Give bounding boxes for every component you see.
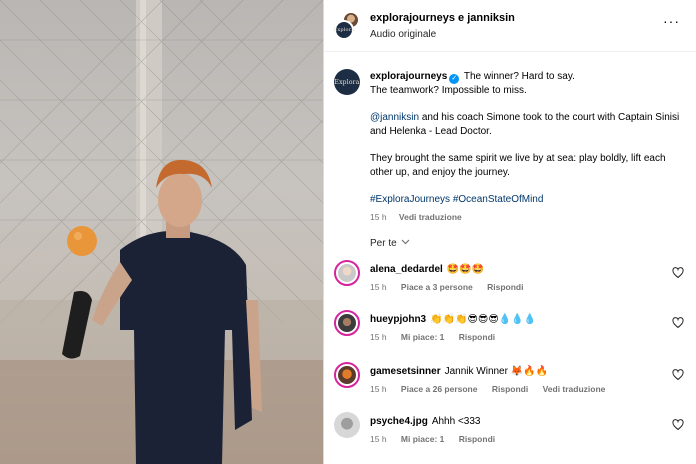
- comment-body: psyche4.jpg Ahhh <333: [370, 416, 480, 427]
- audio-link[interactable]: Audio originale: [370, 29, 436, 40]
- comment-meta: 15 h Piace a 3 persone Rispondi: [370, 282, 535, 292]
- comment-time: 15 h: [370, 332, 387, 342]
- comment-meta: 15 h Piace a 26 persone Rispondi Vedi tr…: [370, 384, 617, 394]
- video-frame-illustration: [0, 0, 323, 464]
- comments-scroll-area[interactable]: Explora explorajourneys ✓ The winner? Har…: [324, 52, 696, 464]
- caption-time: 15 h: [370, 212, 387, 222]
- comment-text: 🤩🤩🤩: [446, 264, 485, 275]
- commenter-avatar[interactable]: [334, 412, 360, 438]
- comment-translate-link[interactable]: Vedi traduzione: [543, 384, 606, 394]
- comment-text: 👏👏👏😎😎😎💧💧💧: [430, 314, 537, 325]
- chevron-down-icon: [402, 239, 410, 245]
- comment-body: hueypjohn3 👏👏👏😎😎😎💧💧💧: [370, 314, 536, 325]
- comment-time: 15 h: [370, 282, 387, 292]
- brand-logo: Explora: [333, 27, 355, 33]
- caption-meta: 15 h Vedi traduzione: [370, 212, 472, 222]
- reply-button[interactable]: Rispondi: [459, 434, 495, 444]
- reply-button[interactable]: Rispondi: [492, 384, 528, 394]
- comment-likes[interactable]: Piace a 3 persone: [401, 282, 473, 292]
- comment-meta: 15 h Mi piace: 1 Rispondi: [370, 434, 507, 444]
- post-video[interactable]: [0, 0, 323, 464]
- commenter-avatar[interactable]: [334, 260, 360, 286]
- caption-paragraph-3: They brought the same spirit we live by …: [370, 153, 666, 178]
- comment-body: gamesetsinner Jannik Winner 🦊🔥🔥: [370, 366, 548, 377]
- like-heart-icon[interactable]: [672, 267, 684, 279]
- comment-username[interactable]: psyche4.jpg: [370, 416, 428, 427]
- collab-avatars[interactable]: Explora: [333, 12, 360, 40]
- post-caption: explorajourneys ✓ The winner? Hard to say…: [370, 70, 688, 211]
- comment-time: 15 h: [370, 434, 387, 444]
- commenter-avatar[interactable]: [334, 362, 360, 388]
- comment-meta: 15 h Mi piace: 1 Rispondi: [370, 332, 507, 342]
- post-author-title[interactable]: explorajourneys e janniksin: [370, 12, 515, 24]
- avatar-explorajourneys[interactable]: Explora: [333, 20, 355, 40]
- comment-item: hueypjohn3 👏👏👏😎😎😎💧💧💧 15 h Mi piace: 1 Ris…: [334, 310, 696, 356]
- more-options-icon[interactable]: ···: [663, 14, 680, 28]
- post-details-panel: Explora explorajourneys e janniksin Audi…: [324, 0, 696, 464]
- comment-likes[interactable]: Mi piace: 1: [401, 434, 444, 444]
- comment-item: gamesetsinner Jannik Winner 🦊🔥🔥 15 h Piac…: [334, 362, 696, 408]
- comment-username[interactable]: alena_dedardel: [370, 264, 443, 275]
- post-header: Explora explorajourneys e janniksin Audi…: [324, 0, 696, 52]
- comment-likes[interactable]: Mi piace: 1: [401, 332, 444, 342]
- commenter-avatar[interactable]: [334, 310, 360, 336]
- caption-avatar[interactable]: Explora: [334, 69, 360, 95]
- sort-label: Per te: [370, 238, 397, 249]
- like-heart-icon[interactable]: [672, 369, 684, 381]
- comment-item: psyche4.jpg Ahhh <333 15 h Mi piace: 1 Ri…: [334, 412, 696, 458]
- brand-logo: Explora: [334, 78, 360, 86]
- reply-button[interactable]: Rispondi: [487, 282, 523, 292]
- caption-translate-link[interactable]: Vedi traduzione: [399, 212, 462, 222]
- verified-badge-icon: ✓: [449, 74, 460, 84]
- comment-text: Ahhh <333: [431, 416, 481, 427]
- comment-text: Jannik Winner 🦊🔥🔥: [444, 366, 549, 377]
- caption-line-2: The teamwork? Impossible to miss.: [370, 85, 527, 96]
- caption-username[interactable]: explorajourneys: [370, 71, 447, 82]
- like-heart-icon[interactable]: [672, 317, 684, 329]
- like-heart-icon[interactable]: [672, 419, 684, 431]
- hashtags-link[interactable]: #ExploraJourneys #OceanStateOfMind: [370, 194, 543, 205]
- comment-time: 15 h: [370, 384, 387, 394]
- sort-dropdown[interactable]: Per te: [370, 238, 410, 249]
- comment-likes[interactable]: Piace a 26 persone: [401, 384, 478, 394]
- mention-link[interactable]: @janniksin: [370, 112, 419, 123]
- comment-body: alena_dedardel 🤩🤩🤩: [370, 264, 484, 275]
- comment-item: alena_dedardel 🤩🤩🤩 15 h Piace a 3 persone…: [334, 260, 696, 306]
- reply-button[interactable]: Rispondi: [459, 332, 495, 342]
- comment-username[interactable]: hueypjohn3: [370, 314, 426, 325]
- comment-username[interactable]: gamesetsinner: [370, 366, 441, 377]
- caption-line-1: The winner? Hard to say.: [463, 71, 575, 82]
